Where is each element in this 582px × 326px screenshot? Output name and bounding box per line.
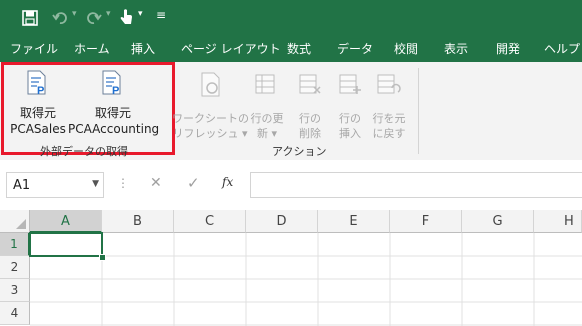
redo-icon[interactable]: [86, 10, 102, 26]
update-rows-label-line2: 新 ▾: [256, 127, 278, 140]
tab-home[interactable]: ホーム: [74, 40, 110, 57]
touch-dropdown-icon[interactable]: ▾: [138, 9, 143, 19]
revert-rows-label-line1: 行を元: [372, 112, 406, 125]
column-header-h[interactable]: H: [534, 210, 582, 233]
delete-rows-icon: [299, 74, 321, 94]
tab-insert[interactable]: 挿入: [131, 40, 155, 57]
active-cell-a1[interactable]: [29, 232, 103, 257]
pcaaccounting-label-line1: 取得元: [94, 106, 131, 120]
select-all-triangle-icon: [16, 219, 26, 229]
refresh-label-line2: リフレッシュ ▾: [172, 127, 248, 140]
insert-rows-button[interactable]: 行の 挿入: [332, 68, 368, 140]
column-header-b[interactable]: B: [102, 210, 174, 233]
svg-text:P: P: [37, 85, 44, 96]
refresh-worksheet-button[interactable]: ワークシートの リフレッシュ ▾: [172, 68, 249, 140]
delete-rows-label-line2: 削除: [299, 127, 321, 140]
formula-bar-area: A1 ▼ ⋮ ✕ ✓ fx: [0, 160, 582, 210]
formula-bar-grip-icon: ⋮: [117, 176, 129, 190]
ribbon-tabs: ファイル ホーム 挿入 ページ レイアウト 数式 データ 校閲 表示 開発 ヘル…: [0, 36, 582, 62]
column-header-f[interactable]: F: [390, 210, 462, 233]
insert-function-icon[interactable]: fx: [222, 175, 233, 189]
row-header-4[interactable]: 4: [0, 302, 30, 325]
insert-rows-icon: [339, 74, 361, 94]
delete-rows-label-line1: 行の: [299, 112, 321, 125]
pca-accounting-icon: P: [102, 70, 121, 96]
insert-rows-label-line1: 行の: [339, 112, 361, 125]
revert-rows-label-line2: に戻す: [372, 127, 406, 140]
column-header-c[interactable]: C: [174, 210, 246, 233]
cell-grid[interactable]: [30, 233, 582, 326]
quick-access-toolbar: ▾ ▾ ▾ ≡: [0, 0, 582, 36]
touch-mode-icon[interactable]: [118, 8, 134, 26]
column-header-d[interactable]: D: [246, 210, 318, 233]
tab-page-layout[interactable]: ページ レイアウト: [181, 40, 281, 57]
group-label-external-data: 外部データの取得: [40, 145, 128, 158]
column-header-e[interactable]: E: [318, 210, 390, 233]
redo-dropdown-icon[interactable]: ▾: [106, 9, 111, 19]
name-box[interactable]: A1 ▼: [6, 172, 104, 198]
pcaaccounting-label-line2: PCAAccounting: [68, 122, 160, 136]
refresh-label-line1: ワークシートの: [172, 112, 249, 125]
cancel-icon[interactable]: ✕: [150, 175, 162, 191]
tab-data[interactable]: データ: [337, 40, 373, 57]
update-rows-icon: [255, 74, 275, 94]
row-header-2[interactable]: 2: [0, 256, 30, 279]
select-all-corner[interactable]: [0, 210, 30, 233]
name-box-value: A1: [13, 178, 31, 193]
save-icon[interactable]: [22, 10, 38, 26]
revert-rows-icon: [377, 74, 401, 94]
tab-view[interactable]: 表示: [444, 40, 468, 57]
svg-text:P: P: [112, 85, 119, 96]
group-label-action: アクション: [272, 145, 327, 158]
update-rows-button[interactable]: 行の更 新 ▾: [246, 68, 288, 140]
column-header-a[interactable]: A: [30, 210, 102, 233]
row-header-1[interactable]: 1: [0, 233, 30, 256]
delete-rows-button[interactable]: 行の 削除: [292, 68, 328, 140]
undo-dropdown-icon[interactable]: ▾: [72, 9, 77, 19]
get-from-pcasales-button[interactable]: P 取得元 PCASales: [8, 68, 68, 140]
update-rows-label-line1: 行の更: [250, 112, 284, 125]
tab-developer[interactable]: 開発: [496, 40, 520, 57]
customize-qat-icon[interactable]: ≡: [156, 8, 166, 22]
pcasales-label-line1: 取得元: [19, 106, 56, 120]
pcasales-label-line2: PCASales: [10, 122, 66, 136]
insert-rows-label-line2: 挿入: [339, 127, 361, 140]
enter-icon[interactable]: ✓: [187, 174, 200, 192]
tab-file[interactable]: ファイル: [10, 40, 58, 57]
fill-handle[interactable]: [99, 254, 106, 261]
get-from-pcaaccounting-button[interactable]: P 取得元 PCAAccounting: [68, 68, 160, 140]
name-box-dropdown-icon[interactable]: ▼: [92, 179, 99, 189]
refresh-icon: [201, 72, 220, 97]
row-header-3[interactable]: 3: [0, 279, 30, 302]
pca-sales-icon: P: [27, 70, 46, 96]
tab-review[interactable]: 校閲: [394, 40, 418, 57]
undo-icon[interactable]: [52, 10, 68, 26]
tab-formulas[interactable]: 数式: [287, 40, 311, 57]
revert-rows-button[interactable]: 行を元 に戻す: [368, 68, 410, 140]
formula-input[interactable]: [250, 172, 582, 198]
ribbon: P 取得元 PCASales P 取得元 PCAAccounting 外部データ…: [0, 62, 582, 161]
tab-help[interactable]: ヘルプ: [544, 40, 580, 57]
column-header-g[interactable]: G: [462, 210, 534, 233]
group-divider: [418, 68, 419, 154]
